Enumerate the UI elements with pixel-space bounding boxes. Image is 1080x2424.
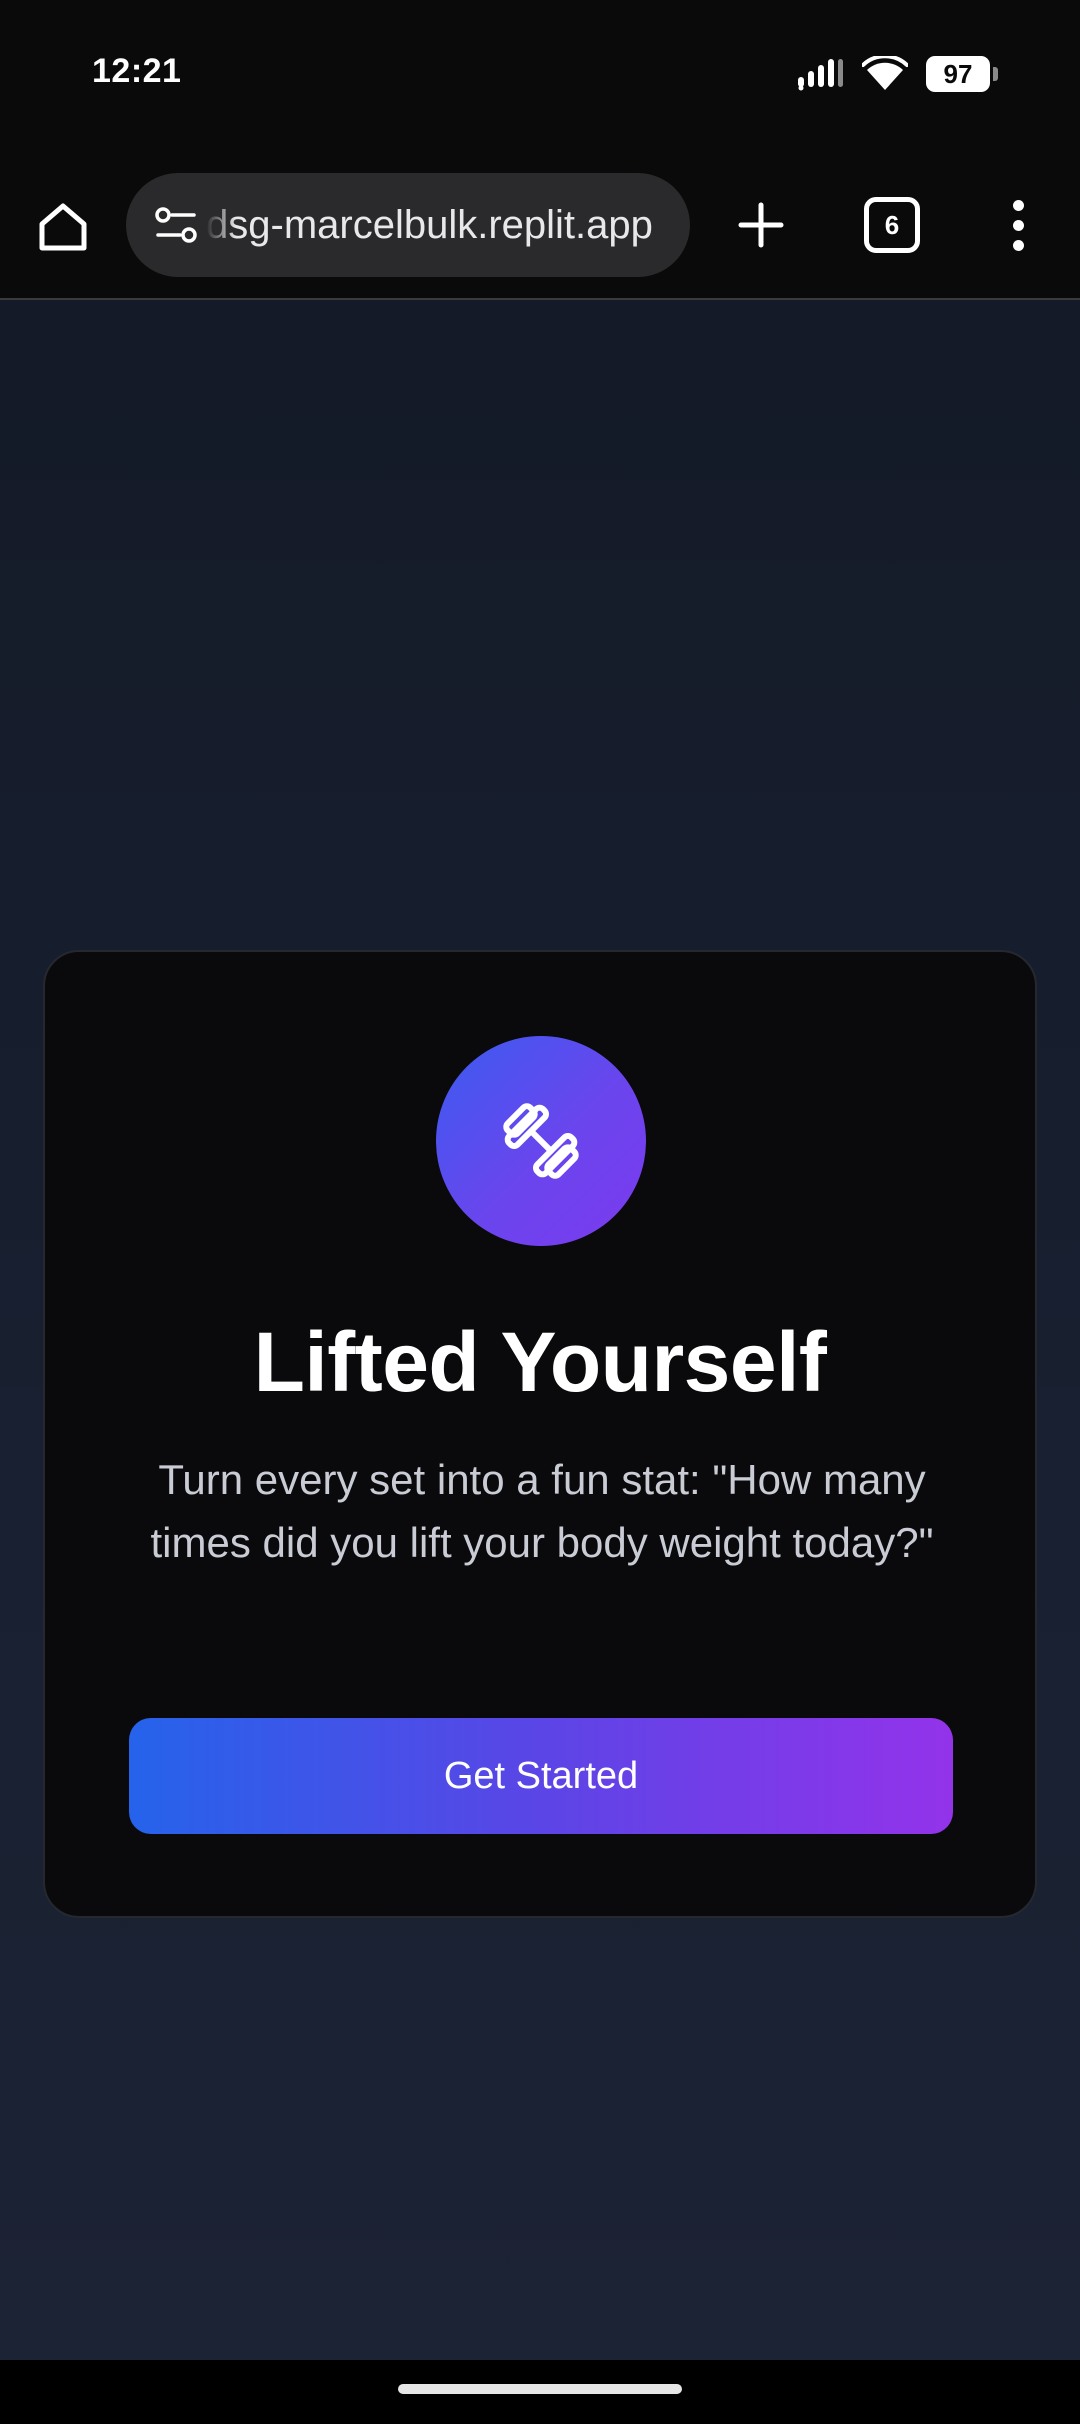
dumbbell-icon: [503, 1103, 579, 1179]
more-vert-icon-dot: [1012, 219, 1024, 231]
get-started-button[interactable]: Get Started: [129, 1718, 953, 1834]
status-bar: 12:21 97: [0, 0, 1080, 150]
app-tagline: Turn every set into a fun stat: "How man…: [150, 1456, 934, 1566]
wifi-icon: [862, 56, 908, 90]
tab-count: 6: [884, 209, 900, 240]
address-bar[interactable]: dsg-marcelbulk.replit.app: [126, 173, 690, 277]
welcome-card: Lifted Yourself Turn every set into a fu…: [43, 950, 1037, 1918]
more-options-button[interactable]: [1000, 192, 1036, 258]
status-icons: 97: [798, 56, 998, 92]
gesture-handle[interactable]: [398, 2384, 682, 2394]
home-button[interactable]: [30, 194, 96, 260]
app-title: Lifted Yourself: [253, 1315, 827, 1409]
more-vert-icon-dot: [1012, 239, 1024, 251]
site-settings-button[interactable]: [146, 195, 206, 255]
signal-icon: [798, 59, 843, 91]
app-logo: [436, 1036, 646, 1246]
plus-icon: [738, 202, 784, 248]
home-icon: [39, 203, 87, 251]
url-text[interactable]: dsg-marcelbulk.replit.app: [206, 203, 690, 248]
more-vert-icon-dot: [1012, 199, 1024, 211]
battery-icon: 97: [926, 56, 998, 92]
tabs-button[interactable]: 6: [864, 197, 920, 253]
page-background: Lifted Yourself Turn every set into a fu…: [0, 300, 1080, 2360]
new-tab-button[interactable]: [728, 192, 794, 258]
tune-icon: [155, 207, 197, 243]
status-time: 12:21: [92, 52, 182, 90]
browser-toolbar: dsg-marcelbulk.replit.app 6: [0, 150, 1080, 300]
gesture-nav-area: [0, 2360, 1080, 2424]
battery-level: 97: [943, 58, 973, 89]
